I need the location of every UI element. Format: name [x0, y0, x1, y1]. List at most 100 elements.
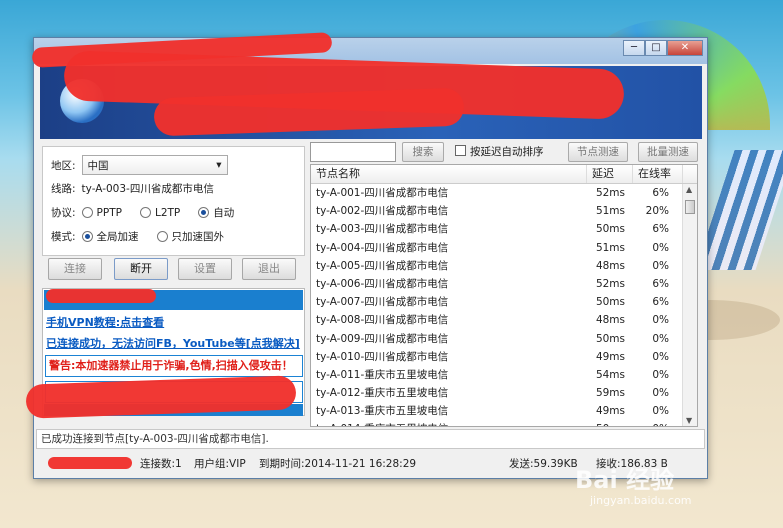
- online-rate-cell: 6%: [652, 187, 669, 199]
- settings-button[interactable]: 设置: [178, 258, 232, 280]
- mode-label: 模式:: [51, 231, 76, 243]
- column-header-online-rate[interactable]: 在线率: [633, 165, 683, 183]
- node-name-cell: ty-A-006-四川省成都市电信: [316, 277, 449, 290]
- online-rate-cell: 20%: [645, 205, 669, 218]
- status-message: 已成功连接到节点[ty-A-003-四川省成都市电信].: [36, 429, 705, 449]
- node-name-cell: ty-A-013-重庆市五里坡电信: [316, 405, 449, 418]
- beach-chair: [695, 150, 783, 270]
- node-name-cell: ty-A-008-四川省成都市电信: [316, 314, 449, 327]
- exit-button[interactable]: 退出: [242, 258, 296, 280]
- online-rate-cell: 0%: [633, 420, 683, 426]
- table-scrollbar[interactable]: ▲ ▼: [682, 184, 697, 426]
- scroll-up-icon[interactable]: ▲: [686, 185, 692, 194]
- batch-speed-test-button[interactable]: 批量测速: [638, 142, 698, 162]
- node-name-cell: ty-A-011-重庆市五里坡电信: [316, 368, 449, 381]
- vpn-client-window: ─ □ ✕ 地区: 中国 ▾ 线路: ty-A-003-四川省成都市电信 协议:…: [25, 32, 708, 479]
- redaction-mark: [48, 457, 132, 469]
- mobile-vpn-tutorial-link[interactable]: 手机VPN教程:点击查看: [46, 314, 164, 330]
- node-name-cell: ty-A-004-四川省成都市电信: [316, 241, 449, 254]
- table-row[interactable]: ty-A-003-四川省成都市电信 50ms 6%: [311, 220, 697, 238]
- latency-cell: 50ms: [587, 420, 633, 426]
- auto-sort-checkbox[interactable]: [455, 145, 466, 156]
- latency-cell: 48ms: [595, 259, 625, 272]
- latency-cell: 48ms: [595, 314, 625, 327]
- scroll-thumb[interactable]: [685, 200, 695, 214]
- online-rate-cell: 0%: [652, 314, 669, 327]
- node-name-cell: ty-A-014-重庆市五里坡电信: [311, 420, 587, 426]
- protocol-label: 协议:: [51, 207, 76, 219]
- redaction-mark: [46, 289, 156, 303]
- close-button[interactable]: ✕: [667, 40, 703, 56]
- latency-cell: 52ms: [595, 277, 625, 290]
- bytes-sent: 发送:59.39KB: [509, 458, 578, 470]
- region-value: 中国: [87, 159, 109, 172]
- maximize-button[interactable]: □: [645, 40, 667, 56]
- protocol-radio-pptp[interactable]: PPTP: [81, 207, 122, 219]
- column-header-name[interactable]: 节点名称: [311, 165, 587, 183]
- online-rate-cell: 0%: [652, 241, 669, 254]
- online-rate-cell: 0%: [652, 405, 669, 418]
- fb-youtube-fix-link[interactable]: 已连接成功，无法访问FB，YouTube等[点我解决]: [46, 335, 300, 351]
- baidu-watermark: Bai 经验: [575, 466, 675, 494]
- chevron-down-icon: ▾: [216, 159, 222, 171]
- region-select[interactable]: 中国 ▾: [81, 155, 228, 175]
- usage-warning: 警告:本加速器禁止用于诈骗,色情,扫描入侵攻击！: [45, 355, 303, 377]
- table-body: ty-A-001-四川省成都市电信 52ms 6% ty-A-002-四川省成都市电信…: [311, 184, 697, 426]
- table-row[interactable]: ty-A-009-四川省成都市电信 50ms 0%: [311, 330, 697, 348]
- online-rate-cell: 0%: [652, 259, 669, 272]
- table-row[interactable]: ty-A-012-重庆市五里坡电信 59ms 0%: [311, 384, 697, 402]
- connect-button[interactable]: 连接: [48, 258, 102, 280]
- line-value: ty-A-003-四川省成都市电信: [81, 183, 214, 195]
- online-rate-cell: 0%: [652, 387, 669, 400]
- node-table: 节点名称 延迟 在线率 ty-A-001-四川省成都市电信 52ms 6% ty-A-…: [310, 164, 698, 427]
- table-row[interactable]: ty-A-014-重庆市五里坡电信50ms0%: [311, 420, 697, 426]
- online-rate-cell: 0%: [652, 368, 669, 381]
- node-name-cell: ty-A-001-四川省成都市电信: [316, 187, 449, 199]
- latency-cell: 49ms: [595, 350, 625, 363]
- search-button[interactable]: 搜索: [402, 142, 444, 162]
- table-row[interactable]: ty-A-007-四川省成都市电信 50ms 6%: [311, 293, 697, 311]
- online-rate-cell: 0%: [652, 332, 669, 345]
- node-toolbar: 搜索 按延迟自动排序 节点测速 批量测速: [310, 141, 702, 163]
- mode-radio-foreign-only[interactable]: 只加速国外: [156, 229, 224, 244]
- latency-cell: 50ms: [595, 223, 625, 236]
- column-header-latency[interactable]: 延迟: [587, 165, 633, 183]
- table-row[interactable]: ty-A-005-四川省成都市电信 48ms 0%: [311, 257, 697, 275]
- node-name-cell: ty-A-002-四川省成都市电信: [316, 205, 449, 218]
- protocol-radio-l2tp[interactable]: L2TP: [139, 207, 180, 219]
- protocol-radio-auto[interactable]: 自动: [198, 205, 234, 220]
- table-row[interactable]: ty-A-008-四川省成都市电信 48ms 0%: [311, 311, 697, 329]
- node-name-cell: ty-A-007-四川省成都市电信: [316, 296, 449, 309]
- node-search-input[interactable]: [310, 142, 396, 162]
- table-row[interactable]: ty-A-011-重庆市五里坡电信 54ms 0%: [311, 366, 697, 384]
- expiry-time: 到期时间:2014-11-21 16:28:29: [259, 458, 417, 470]
- online-rate-cell: 6%: [652, 223, 669, 236]
- online-rate-cell: 6%: [652, 296, 669, 309]
- node-name-cell: ty-A-012-重庆市五里坡电信: [316, 387, 449, 400]
- minimize-button[interactable]: ─: [623, 40, 645, 56]
- disconnect-button[interactable]: 断开: [114, 258, 168, 280]
- latency-cell: 50ms: [595, 332, 625, 345]
- table-row[interactable]: ty-A-013-重庆市五里坡电信 49ms 0%: [311, 402, 697, 420]
- scroll-down-icon[interactable]: ▼: [686, 416, 692, 425]
- user-group: 用户组:VIP: [194, 458, 246, 470]
- connection-count: 连接数:1: [140, 458, 182, 470]
- latency-cell: 49ms: [595, 405, 625, 418]
- latency-cell: 51ms: [595, 205, 625, 218]
- region-label: 地区:: [51, 159, 76, 172]
- node-name-cell: ty-A-005-四川省成都市电信: [316, 259, 449, 272]
- node-name-cell: ty-A-010-四川省成都市电信: [316, 350, 449, 363]
- mode-radio-global[interactable]: 全局加速: [81, 229, 139, 244]
- table-row[interactable]: ty-A-004-四川省成都市电信 51ms 0%: [311, 239, 697, 257]
- latency-cell: 54ms: [595, 368, 625, 381]
- table-row[interactable]: ty-A-001-四川省成都市电信 52ms 6%: [311, 184, 697, 202]
- auto-sort-label: 按延迟自动排序: [470, 146, 544, 158]
- table-row[interactable]: ty-A-006-四川省成都市电信 52ms 6%: [311, 275, 697, 293]
- latency-cell: 51ms: [595, 241, 625, 254]
- baidu-watermark-url: jingyan.baidu.com: [590, 494, 692, 507]
- table-row[interactable]: ty-A-002-四川省成都市电信 51ms 20%: [311, 202, 697, 220]
- table-header: 节点名称 延迟 在线率: [311, 165, 697, 184]
- latency-cell: 59ms: [595, 387, 625, 400]
- table-row[interactable]: ty-A-010-四川省成都市电信 49ms 0%: [311, 348, 697, 366]
- node-speed-test-button[interactable]: 节点测速: [568, 142, 628, 162]
